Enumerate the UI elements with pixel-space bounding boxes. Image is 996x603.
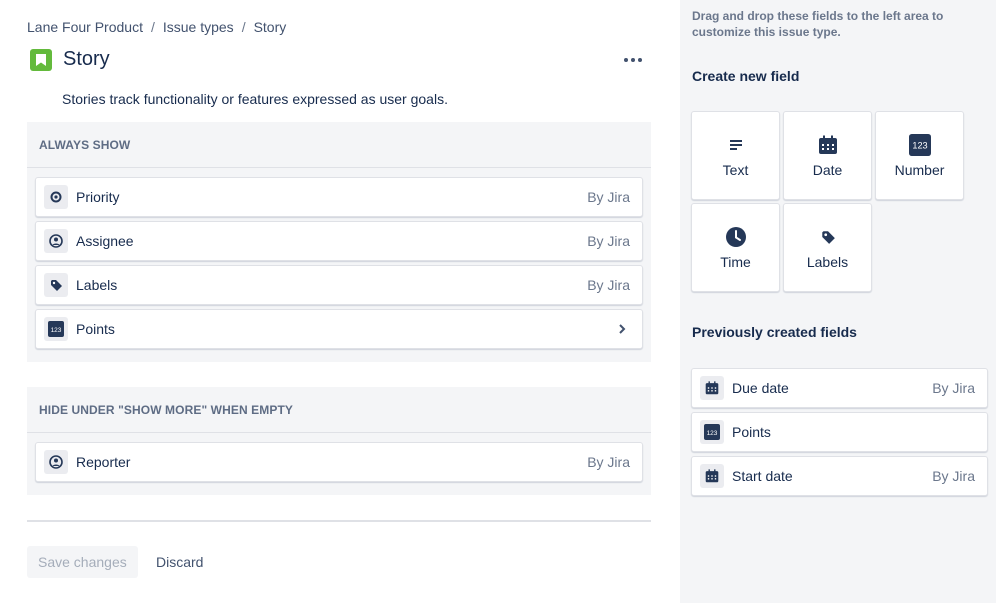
user-icon: [44, 450, 68, 474]
label-icon: [44, 273, 68, 297]
tile-label: Text: [722, 161, 749, 178]
title-row: Story: [30, 48, 110, 71]
hide-when-empty-section: HIDE UNDER "SHOW MORE" WHEN EMPTY Report…: [27, 387, 651, 495]
create-date-field-tile[interactable]: Date: [783, 111, 872, 200]
breadcrumb-separator: /: [241, 19, 246, 35]
dot-icon: [631, 58, 635, 62]
create-labels-field-tile[interactable]: Labels: [783, 203, 872, 292]
tile-label: Time: [720, 253, 751, 270]
field-reporter[interactable]: Reporter By Jira: [35, 442, 643, 482]
drag-hint: Drag and drop these fields to the left a…: [692, 9, 944, 39]
more-actions-button[interactable]: [620, 48, 646, 72]
field-name: Points: [76, 321, 115, 337]
field-name: Start date: [732, 468, 793, 484]
field-configuration-panel: Lane Four Product / Issue types / Story …: [0, 0, 680, 603]
previous-fields-heading: Previously created fields: [692, 324, 857, 340]
label-icon: [817, 226, 839, 248]
chevron-right-icon[interactable]: [614, 321, 630, 337]
dot-icon: [624, 58, 628, 62]
field-priority[interactable]: Priority By Jira: [35, 177, 643, 217]
create-field-heading: Create new field: [692, 68, 800, 84]
story-bookmark-icon: [30, 48, 52, 71]
field-owner: By Jira: [587, 233, 630, 249]
section-heading: HIDE UNDER "SHOW MORE" WHEN EMPTY: [27, 387, 651, 433]
previous-field-start-date[interactable]: Start date By Jira: [691, 456, 988, 496]
field-list: Reporter By Jira: [27, 433, 651, 482]
field-name: Due date: [732, 380, 789, 396]
always-show-section: ALWAYS SHOW Priority By Jira Assignee By…: [27, 122, 651, 362]
tile-label: Date: [812, 161, 843, 178]
tile-label: Number: [894, 161, 945, 178]
divider: [27, 520, 651, 522]
previous-fields-list: Due date By Jira 123 Points Start date B…: [691, 368, 988, 500]
tile-label: Labels: [806, 253, 849, 270]
page-title: Story: [63, 48, 110, 70]
field-owner: By Jira: [932, 380, 975, 396]
calendar-icon: [700, 376, 724, 400]
breadcrumb: Lane Four Product / Issue types / Story: [27, 19, 286, 35]
breadcrumb-item-story[interactable]: Story: [254, 19, 287, 35]
clock-icon: [725, 226, 747, 248]
field-owner: By Jira: [587, 189, 630, 205]
field-labels[interactable]: Labels By Jira: [35, 265, 643, 305]
previous-field-due-date[interactable]: Due date By Jira: [691, 368, 988, 408]
dot-icon: [638, 58, 642, 62]
text-icon: [725, 134, 747, 156]
discard-button[interactable]: Discard: [146, 546, 213, 578]
field-assignee[interactable]: Assignee By Jira: [35, 221, 643, 261]
field-name: Priority: [76, 189, 120, 205]
number-icon: 123: [44, 317, 68, 341]
create-time-field-tile[interactable]: Time: [691, 203, 780, 292]
field-name: Labels: [76, 277, 118, 293]
field-name: Assignee: [76, 233, 134, 249]
field-list: Priority By Jira Assignee By Jira Labels…: [27, 168, 651, 349]
priority-icon: [44, 185, 68, 209]
calendar-icon: [817, 134, 839, 156]
field-owner: By Jira: [587, 454, 630, 470]
breadcrumb-separator: /: [150, 19, 155, 35]
user-icon: [44, 229, 68, 253]
field-name: Points: [732, 424, 771, 440]
save-changes-button[interactable]: Save changes: [27, 546, 138, 578]
svg-text:123: 123: [51, 327, 62, 334]
issue-type-description: Stories track functionality or features …: [62, 91, 448, 107]
field-name: Reporter: [76, 454, 131, 470]
number-icon: 123: [908, 133, 931, 156]
create-number-field-tile[interactable]: 123 Number: [875, 111, 964, 200]
field-owner: By Jira: [587, 277, 630, 293]
create-text-field-tile[interactable]: Text: [691, 111, 780, 200]
svg-text:123: 123: [707, 430, 718, 437]
number-icon: 123: [700, 420, 724, 444]
breadcrumb-item-project[interactable]: Lane Four Product: [27, 19, 143, 35]
field-palette-sidebar: Drag and drop these fields to the left a…: [680, 0, 996, 603]
field-points[interactable]: 123 Points: [35, 309, 643, 349]
calendar-icon: [700, 464, 724, 488]
number-badge: 123: [912, 140, 927, 150]
previous-field-points[interactable]: 123 Points: [691, 412, 988, 452]
breadcrumb-item-issue-types[interactable]: Issue types: [163, 19, 234, 35]
field-owner: By Jira: [932, 468, 975, 484]
section-heading: ALWAYS SHOW: [27, 122, 651, 168]
